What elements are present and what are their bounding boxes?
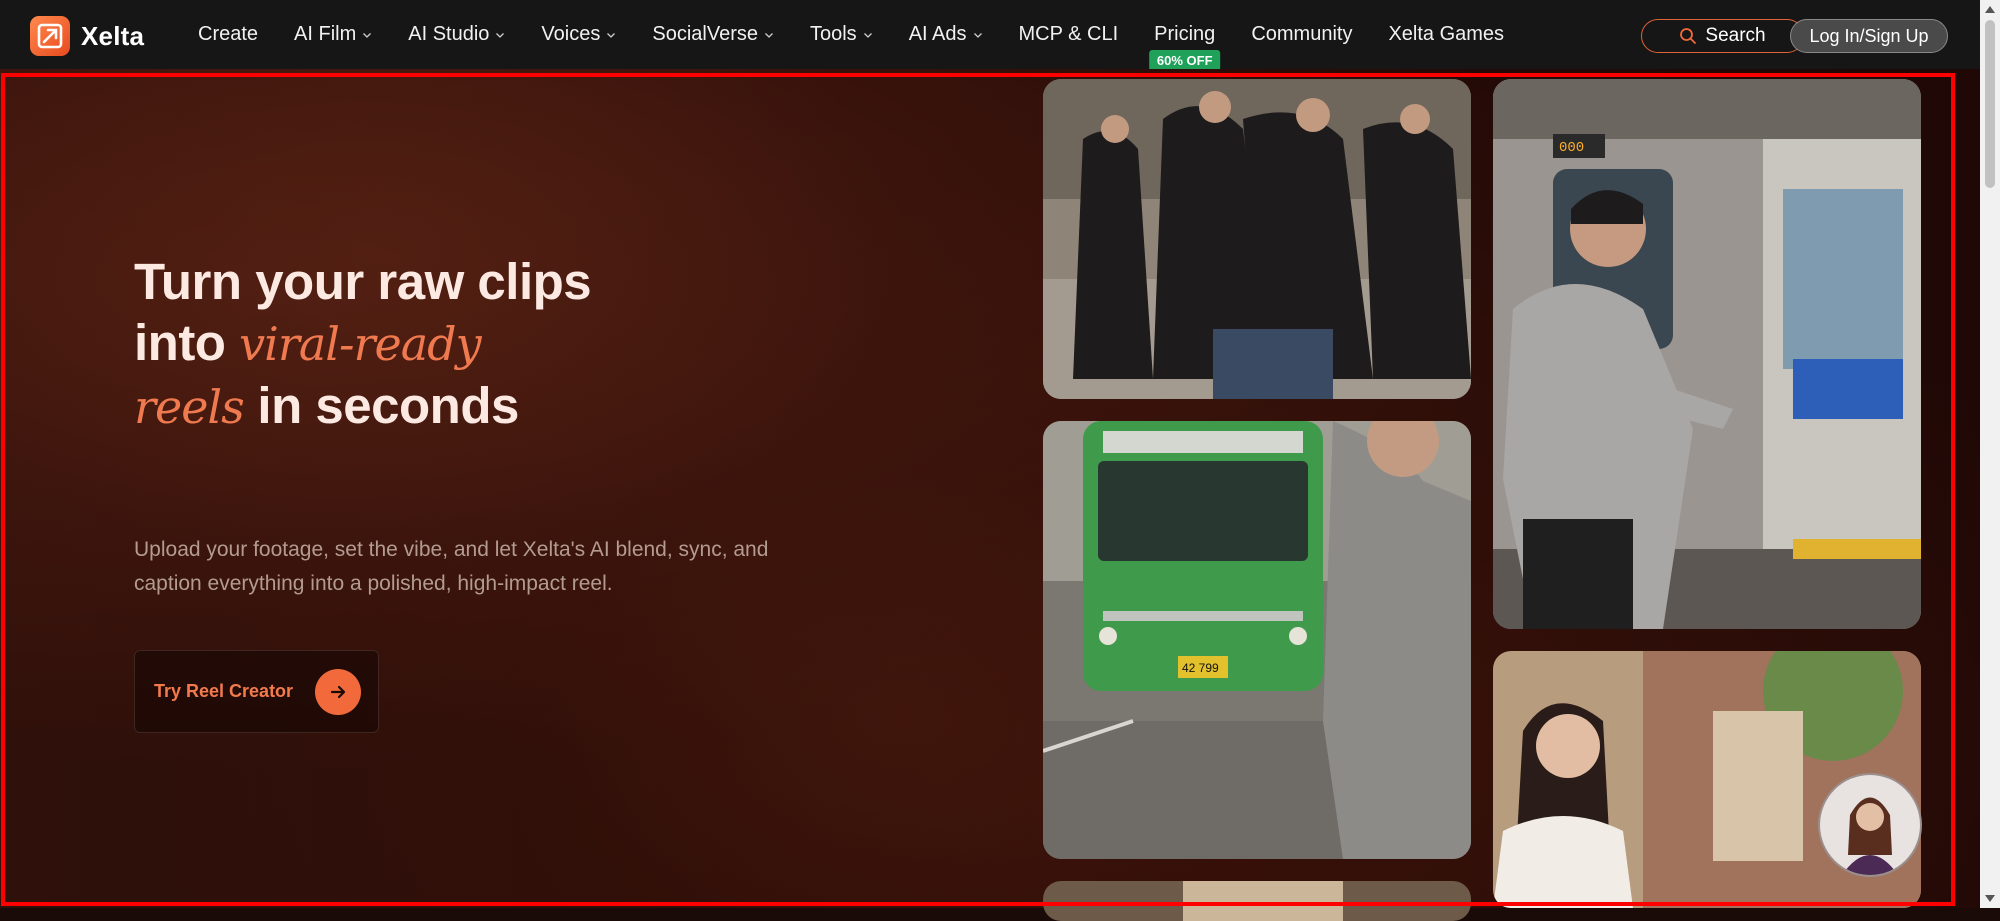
nav-item-label: AI Ads [908, 23, 967, 45]
svg-text:000: 000 [1559, 140, 1584, 156]
more-clips-thumbnail[interactable] [1043, 881, 1471, 921]
nav-item-label: Pricing [1154, 23, 1216, 45]
login-signup-button[interactable]: Log In/Sign Up [1790, 19, 1948, 53]
nav-item-label: Community [1251, 23, 1353, 45]
top-nav: Xelta Create AI Film AI Studio Voices Social… [0, 0, 1980, 71]
nav-item-mcp-cli[interactable]: MCP & CLI [1001, 23, 1137, 46]
chevron-down-icon [607, 32, 616, 38]
hero-subtext: Upload your footage, set the vibe, and l… [134, 538, 769, 595]
main-menu: Create AI Film AI Studio Voices SocialVerse T… [180, 0, 1522, 71]
scroll-up-icon[interactable] [1985, 6, 1995, 13]
nav-item-label: Create [198, 23, 259, 45]
subway-train-clip-thumbnail[interactable]: 000 [1493, 79, 1921, 629]
nav-item-pricing[interactable]: Pricing 60% OFF [1136, 23, 1233, 71]
try-reel-creator-button[interactable]: Try Reel Creator [134, 650, 379, 733]
headline-into: into [134, 314, 240, 371]
hero-headline: Turn your raw clips into viral-ready ree… [134, 251, 834, 438]
nav-item-label: AI Film [294, 23, 357, 45]
green-bus-clip-thumbnail[interactable]: 42 799 [1043, 421, 1471, 859]
nav-item-label: Xelta Games [1388, 23, 1505, 45]
brand-logo[interactable]: Xelta [30, 16, 144, 56]
login-label: Log In/Sign Up [1809, 25, 1929, 46]
scroll-down-icon[interactable] [1985, 895, 1995, 902]
nav-item-label: Tools [809, 23, 857, 45]
headline-accent-viral: viral-ready [239, 317, 481, 371]
nav-item-ai-film[interactable]: AI Film [276, 23, 390, 46]
headline-line-2: into viral-ready [134, 312, 834, 375]
headline-line-1: Turn your raw clips [134, 253, 592, 310]
nav-item-label: AI Studio [408, 23, 490, 45]
chevron-down-icon [496, 32, 505, 38]
brand-name: Xelta [81, 20, 145, 51]
chevron-down-icon [363, 32, 372, 38]
headline-in-seconds: in seconds [243, 377, 519, 434]
chevron-down-icon [765, 32, 773, 38]
nav-item-xelta-games[interactable]: Xelta Games [1370, 23, 1522, 46]
xelta-logo-icon [30, 16, 70, 56]
nav-item-create[interactable]: Create [180, 23, 276, 46]
scroll-thumb[interactable] [1985, 20, 1995, 188]
nav-item-ai-studio[interactable]: AI Studio [390, 23, 523, 46]
chevron-down-icon [863, 32, 872, 38]
discount-badge: 60% OFF [1148, 50, 1221, 71]
nav-item-tools[interactable]: Tools [792, 23, 891, 46]
street-fight-clip-thumbnail[interactable] [1043, 79, 1471, 399]
chevron-down-icon [973, 32, 982, 38]
nav-item-ai-ads[interactable]: AI Ads [891, 23, 1001, 46]
bus-plate-text: 42 799 [1182, 661, 1219, 675]
search-label: Search [1705, 25, 1766, 46]
assistant-avatar[interactable] [1818, 773, 1922, 877]
search-icon [1680, 28, 1697, 44]
cta-label: Try Reel Creator [154, 681, 294, 701]
nav-item-community[interactable]: Community [1233, 23, 1370, 46]
headline-line-3: reels in seconds [134, 375, 834, 438]
nav-item-voices[interactable]: Voices [523, 23, 634, 46]
nav-item-label: SocialVerse [652, 23, 758, 45]
nav-item-label: MCP & CLI [1018, 23, 1119, 45]
nav-item-label: Voices [541, 23, 601, 45]
arrow-right-icon [315, 669, 361, 715]
nav-item-socialverse[interactable]: SocialVerse [634, 23, 792, 46]
search-button[interactable]: Search [1641, 19, 1804, 53]
page-scrollbar[interactable] [1980, 0, 2000, 908]
headline-accent-reels: reels [134, 380, 245, 434]
